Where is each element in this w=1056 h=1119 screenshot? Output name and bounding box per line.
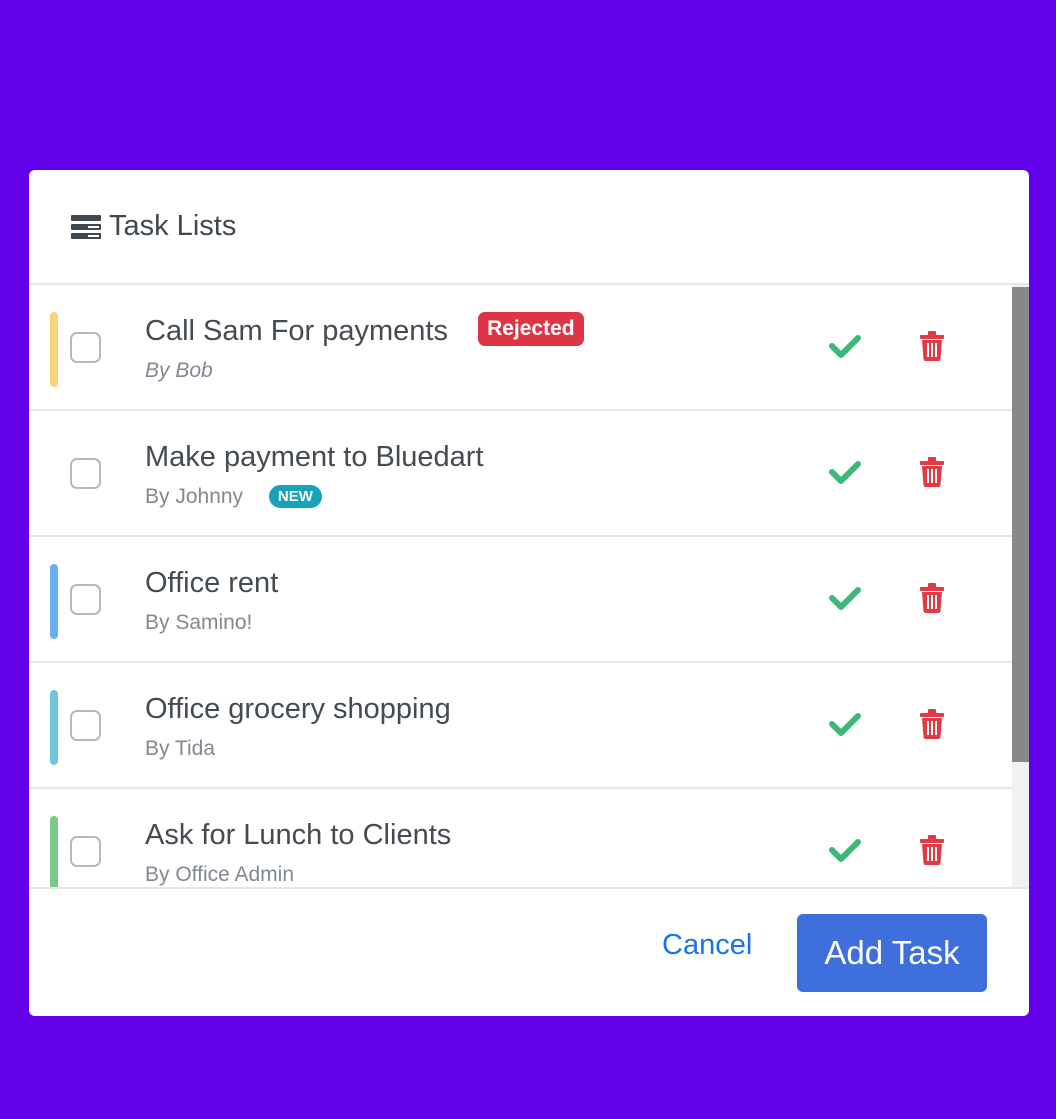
task-title: Call Sam For payments Rejected: [145, 312, 584, 349]
check-icon: [829, 460, 861, 489]
task-checkbox[interactable]: [70, 332, 101, 363]
task-author-text: By Tida: [145, 737, 216, 760]
trash-icon: [919, 708, 945, 744]
card-header: Task Lists: [29, 170, 1029, 285]
complete-task-button[interactable]: [827, 708, 863, 744]
task-list-viewport: Call Sam For payments Rejected By Bob Ma…: [29, 285, 1029, 887]
task-title-text: Make payment to Bluedart: [145, 441, 484, 473]
scrollbar-thumb[interactable]: [1012, 287, 1029, 762]
task-title: Ask for Lunch to Clients: [145, 819, 451, 852]
cancel-button[interactable]: Cancel: [662, 929, 752, 962]
task-title-text: Office grocery shopping: [145, 693, 451, 725]
page-title: Task Lists: [109, 210, 237, 242]
task-author: By Johnny NEW: [145, 484, 322, 509]
task-checkbox[interactable]: [70, 836, 101, 867]
task-title-text: Ask for Lunch to Clients: [145, 819, 452, 851]
task-author: By Bob: [145, 359, 213, 383]
task-title-text: Call Sam For payments: [145, 315, 448, 347]
priority-accent-bar: [50, 312, 58, 387]
scrollbar[interactable]: [1012, 285, 1029, 887]
task-checkbox[interactable]: [70, 584, 101, 615]
delete-task-button[interactable]: [914, 582, 950, 618]
task-title: Office rent: [145, 567, 278, 600]
check-icon: [829, 586, 861, 615]
task-author-text: By Bob: [145, 359, 213, 382]
card-footer: Cancel Add Task: [29, 887, 1029, 1016]
check-icon: [829, 334, 861, 363]
check-icon: [829, 712, 861, 741]
task-list: Call Sam For payments Rejected By Bob Ma…: [29, 285, 1012, 887]
complete-task-button[interactable]: [827, 330, 863, 366]
task-author: By Samino!: [145, 611, 252, 635]
trash-icon: [919, 582, 945, 618]
complete-task-button[interactable]: [827, 834, 863, 870]
task-author-text: By Samino!: [145, 611, 253, 634]
complete-task-button[interactable]: [827, 456, 863, 492]
priority-accent-bar: [50, 816, 58, 887]
server-icon: [71, 214, 101, 239]
delete-task-button[interactable]: [914, 330, 950, 366]
task-author: By Office Admin: [145, 863, 294, 887]
trash-icon: [919, 834, 945, 870]
task-author-text: By Office Admin: [145, 863, 295, 886]
delete-task-button[interactable]: [914, 708, 950, 744]
task-row: Office rent By Samino!: [29, 537, 1012, 663]
trash-icon: [919, 330, 945, 366]
task-row: Call Sam For payments Rejected By Bob: [29, 285, 1012, 411]
task-author: By Tida: [145, 737, 215, 761]
add-task-button[interactable]: Add Task: [797, 914, 987, 992]
task-row: Ask for Lunch to Clients By Office Admin: [29, 789, 1012, 887]
task-title: Office grocery shopping: [145, 693, 451, 726]
trash-icon: [919, 456, 945, 492]
task-checkbox[interactable]: [70, 710, 101, 741]
delete-task-button[interactable]: [914, 456, 950, 492]
status-badge-new: NEW: [268, 484, 322, 508]
priority-accent-bar: [50, 564, 58, 639]
delete-task-button[interactable]: [914, 834, 950, 870]
task-title-text: Office rent: [145, 567, 279, 599]
task-title: Make payment to Bluedart: [145, 441, 484, 474]
priority-accent-bar: [50, 690, 58, 765]
status-badge-rejected: Rejected: [478, 312, 584, 347]
task-row: Office grocery shopping By Tida: [29, 663, 1012, 789]
complete-task-button[interactable]: [827, 582, 863, 618]
task-checkbox[interactable]: [70, 458, 101, 489]
task-row: Make payment to Bluedart By Johnny NEW: [29, 411, 1012, 537]
check-icon: [829, 838, 861, 867]
task-author-text: By Johnny: [145, 485, 244, 508]
task-lists-card: Task Lists Call Sam For payments Rejecte…: [29, 170, 1029, 1016]
